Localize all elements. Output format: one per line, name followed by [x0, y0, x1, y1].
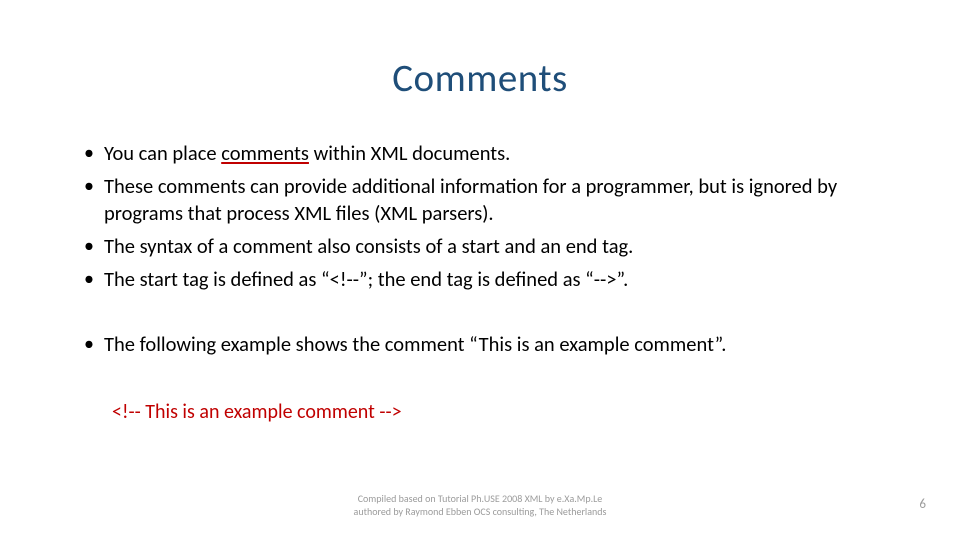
- spacing: [70, 299, 890, 331]
- slide-title: Comments: [70, 55, 890, 102]
- footer-credit: Compiled based on Tutorial Ph.USE 2008 X…: [0, 492, 960, 518]
- slide-container: Comments You can place comments within X…: [0, 0, 960, 540]
- page-number: 6: [919, 497, 926, 512]
- bullet-item: These comments can provide additional in…: [80, 173, 890, 227]
- bullet-item: The start tag is defined as “<!--”; the …: [80, 266, 890, 293]
- bullet-item: The following example shows the comment …: [80, 331, 890, 358]
- bullet-text-post: within XML documents.: [309, 140, 510, 166]
- footer-line-1: Compiled based on Tutorial Ph.USE 2008 X…: [0, 492, 960, 505]
- bullet-item: You can place comments within XML docume…: [80, 140, 890, 167]
- bullet-list-2: The following example shows the comment …: [70, 331, 890, 358]
- bullet-list: You can place comments within XML docume…: [70, 140, 890, 293]
- bullet-text-pre: You can place: [104, 140, 221, 166]
- xml-comment-example: <!-- This is an example comment -->: [112, 400, 890, 424]
- underlined-word: comments: [221, 140, 309, 166]
- bullet-item: The syntax of a comment also consists of…: [80, 233, 890, 260]
- footer-line-2: authored by Raymond Ebben OCS consulting…: [0, 505, 960, 518]
